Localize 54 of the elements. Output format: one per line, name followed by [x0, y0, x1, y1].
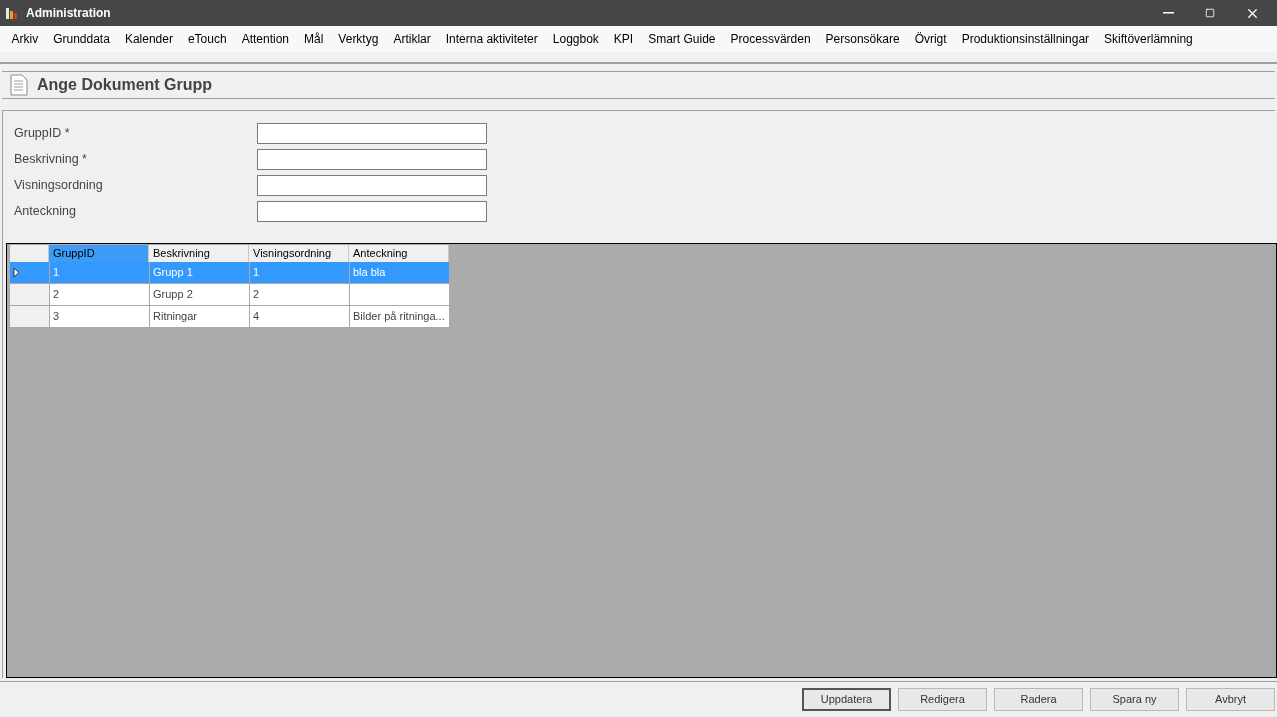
table-cell: 3 [49, 306, 149, 328]
menu-item[interactable]: KPI [606, 30, 641, 48]
action-button[interactable]: Redigera [898, 688, 987, 711]
menu-item[interactable]: Arkiv [4, 30, 46, 48]
menu-item[interactable]: Kalender [117, 30, 181, 48]
table-cell: 4 [249, 306, 349, 328]
window-title: Administration [26, 5, 111, 22]
row-pointer-icon [13, 267, 20, 278]
input-field[interactable] [257, 122, 487, 144]
row-header[interactable] [10, 262, 49, 284]
menu-item[interactable]: Verktyg [330, 30, 386, 48]
document-icon [10, 74, 28, 96]
page-title: Ange Dokument Grupp [37, 75, 213, 95]
maximize-icon [1205, 8, 1215, 18]
table-cell: Grupp 2 [149, 284, 249, 306]
column-header[interactable]: Visningsordning [249, 245, 349, 262]
menu-item[interactable]: Skiftöverlämning [1096, 30, 1201, 48]
menu-item[interactable]: Loggbok [545, 30, 607, 48]
action-button[interactable]: Radera [994, 688, 1083, 711]
menu-item[interactable]: Artiklar [385, 30, 439, 48]
column-header[interactable]: Anteckning [349, 245, 449, 262]
minimize-icon [1162, 12, 1174, 14]
action-button[interactable]: Avbryt [1186, 688, 1275, 711]
action-button[interactable]: Uppdatera [802, 688, 891, 711]
field-label: GruppID * [14, 124, 71, 142]
table-cell: Bilder på ritninga... [349, 306, 449, 328]
table-cell: Grupp 1 [149, 262, 249, 284]
input-field[interactable] [257, 174, 487, 196]
table-cell: 1 [49, 262, 149, 284]
field-label: Visningsordning [14, 176, 104, 194]
menu-item[interactable]: Attention [234, 30, 297, 48]
table-cell: Ritningar [149, 306, 249, 328]
menu-item[interactable]: Personsökare [818, 30, 908, 48]
table-cell: 1 [249, 262, 349, 284]
input-field[interactable] [257, 200, 487, 222]
menu-item[interactable]: Mål [296, 30, 331, 48]
table-cell: 2 [49, 284, 149, 306]
menu-item[interactable]: eTouch [180, 30, 235, 48]
bar-chart-icon [4, 5, 20, 21]
table-cell: bla bla [349, 262, 449, 284]
menu-item[interactable]: Övrigt [907, 30, 955, 48]
menu-item[interactable]: Smart Guide [640, 30, 724, 48]
column-header[interactable]: GruppID [49, 245, 149, 262]
menu-item[interactable]: Produktionsinställningar [954, 30, 1097, 48]
grid-corner [10, 245, 49, 262]
menu-item[interactable]: Grunddata [45, 30, 118, 48]
input-field[interactable] [257, 148, 487, 170]
column-header[interactable]: Beskrivning [149, 245, 249, 262]
field-label: Anteckning [14, 202, 77, 220]
table-cell: 2 [249, 284, 349, 306]
field-label: Beskrivning * [14, 150, 88, 168]
menu-item[interactable]: Interna aktiviteter [438, 30, 546, 48]
action-button[interactable]: Spara ny [1090, 688, 1179, 711]
menu-item[interactable]: Processvärden [723, 30, 819, 48]
